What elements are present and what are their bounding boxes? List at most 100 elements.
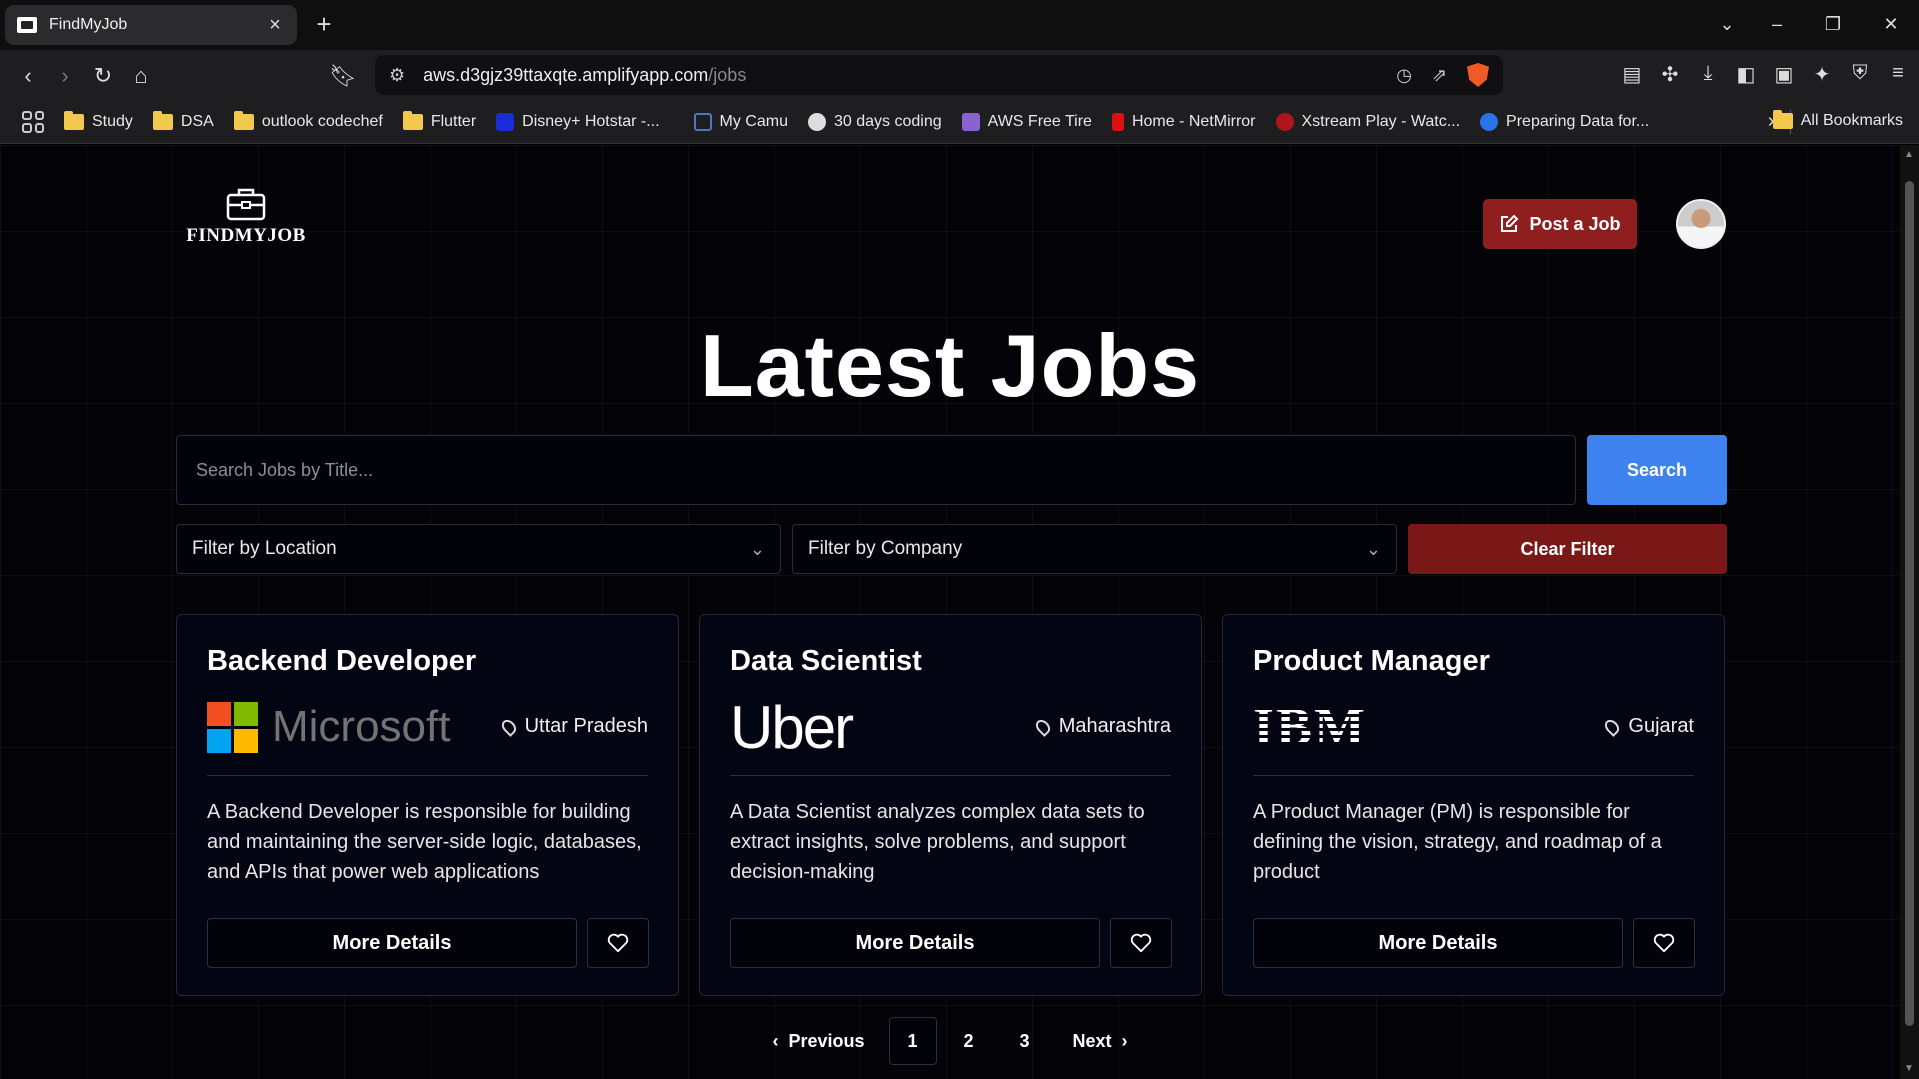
url-host: aws.d3gjz39ttaxqte.amplifyapp.com xyxy=(423,64,709,85)
job-title: Data Scientist xyxy=(730,645,922,677)
more-details-button[interactable]: More Details xyxy=(730,918,1100,968)
scroll-thumb[interactable] xyxy=(1905,181,1914,1026)
job-card: Data Scientist Uber Maharashtra A Data S… xyxy=(699,614,1202,996)
minimize-icon[interactable]: – xyxy=(1762,10,1792,38)
previous-page-button[interactable]: ‹ Previous xyxy=(756,1017,880,1065)
search-button[interactable]: Search xyxy=(1587,435,1727,505)
browser-tab[interactable]: FindMyJob × xyxy=(5,5,297,45)
bookmark-xstream[interactable]: Xstream Play - Watc... xyxy=(1275,112,1460,131)
chevron-down-icon: ⌄ xyxy=(749,538,765,559)
home-icon[interactable]: ⌂ xyxy=(126,61,156,91)
brave-shields-icon[interactable] xyxy=(1467,63,1489,87)
wallet-cards-icon[interactable]: ▤ xyxy=(1621,62,1643,87)
job-location: Uttar Pradesh xyxy=(498,715,648,738)
pagination: ‹ Previous 1 2 3 Next › xyxy=(0,1017,1900,1065)
favorite-button[interactable] xyxy=(1110,918,1172,968)
new-tab-icon[interactable]: + xyxy=(312,10,336,38)
company-filter-select[interactable]: Filter by Company ⌄ xyxy=(792,524,1397,574)
menu-icon[interactable]: ≡ xyxy=(1887,62,1909,87)
page-button-2[interactable]: 2 xyxy=(945,1017,993,1065)
folder-icon xyxy=(233,110,254,130)
location-text: Gujarat xyxy=(1628,715,1694,737)
ibm-logo: IBM xyxy=(1253,697,1367,757)
tab-list-chevron-icon[interactable]: ⌄ xyxy=(1712,10,1742,38)
job-location: Maharashtra xyxy=(1032,715,1171,738)
job-description: A Data Scientist analyzes complex data s… xyxy=(730,801,1145,883)
search-input[interactable] xyxy=(176,435,1576,505)
restore-icon[interactable]: ❐ xyxy=(1818,10,1848,38)
findmyjob-logo[interactable]: FINDMYJOB xyxy=(184,187,308,247)
share-icon[interactable]: ⇗ xyxy=(1432,65,1447,86)
bookmark-outlook-codechef[interactable]: outlook codechef xyxy=(233,110,383,131)
back-icon[interactable]: ‹ xyxy=(13,61,43,91)
uber-logo: Uber xyxy=(730,694,854,761)
more-details-button[interactable]: More Details xyxy=(207,918,577,968)
close-window-icon[interactable]: ✕ xyxy=(1876,10,1906,38)
bookmark-30-days-coding[interactable]: 30 days coding xyxy=(807,112,942,131)
reload-icon[interactable]: ↻ xyxy=(88,61,118,91)
bookmark-flutter[interactable]: Flutter xyxy=(402,110,476,131)
edit-icon xyxy=(1501,214,1519,232)
page-scrollbar[interactable]: ▲ ▼ xyxy=(1900,145,1919,1079)
chevron-down-icon: ⌄ xyxy=(1365,538,1381,559)
history-icon[interactable]: ◷ xyxy=(1396,65,1412,86)
location-filter-label: Filter by Location xyxy=(192,538,337,559)
site-settings-icon[interactable]: ⚙ xyxy=(389,65,405,86)
bookmark-aws[interactable]: AWS Free Tire xyxy=(961,112,1092,131)
chevron-left-icon: ‹ xyxy=(772,1030,779,1051)
chevron-right-icon: › xyxy=(1121,1030,1128,1051)
tab-title: FindMyJob xyxy=(49,16,128,33)
folder-icon xyxy=(402,110,423,130)
download-icon[interactable]: ⤓ xyxy=(1697,62,1719,87)
bookmarks-bar: Study DSA outlook codechef Flutter Disne… xyxy=(0,100,1919,144)
microsoft-logo: Microsoft xyxy=(207,701,450,753)
page-button-1[interactable]: 1 xyxy=(888,1017,937,1065)
browser-tabbar: FindMyJob × + ⌄ – ❐ ✕ xyxy=(0,0,1919,50)
more-details-button[interactable]: More Details xyxy=(1253,918,1623,968)
apps-grid-icon[interactable] xyxy=(22,110,44,133)
extensions-icon[interactable]: ✣ xyxy=(1659,62,1681,87)
post-a-job-button[interactable]: Post a Job xyxy=(1483,199,1637,249)
close-tab-icon[interactable]: × xyxy=(265,14,285,37)
aws-icon xyxy=(961,112,980,131)
xstream-icon xyxy=(1275,112,1294,131)
bookmark-study[interactable]: Study xyxy=(64,110,133,131)
camu-icon xyxy=(693,112,712,131)
address-bar[interactable]: ⚙ aws.d3gjz39ttaxqte.amplifyapp.com /job… xyxy=(375,55,1503,95)
browser-toolbar: ‹ › ↻ ⌂ 🔖︎ ⚙ aws.d3gjz39ttaxqte.amplifya… xyxy=(0,50,1919,100)
folder-icon xyxy=(152,110,173,130)
location-pin-icon xyxy=(1032,716,1053,737)
leo-ai-icon[interactable]: ✦ xyxy=(1811,62,1833,87)
avatar[interactable] xyxy=(1676,199,1726,249)
post-a-job-label: Post a Job xyxy=(1529,213,1621,234)
scroll-down-icon[interactable]: ▼ xyxy=(1904,1063,1914,1074)
url-path: /jobs xyxy=(708,64,747,85)
location-text: Uttar Pradesh xyxy=(524,715,648,737)
scroll-up-icon[interactable]: ▲ xyxy=(1904,149,1914,160)
forward-icon[interactable]: › xyxy=(50,61,80,91)
favorite-button[interactable] xyxy=(587,918,649,968)
divider xyxy=(730,775,1171,776)
favorite-button[interactable] xyxy=(1633,918,1695,968)
clear-filter-button[interactable]: Clear Filter xyxy=(1408,524,1727,574)
page-button-3[interactable]: 3 xyxy=(1001,1017,1049,1065)
job-title: Product Manager xyxy=(1253,645,1490,677)
bookmark-hotstar[interactable]: Disney+ Hotstar -... xyxy=(496,112,660,131)
location-filter-select[interactable]: Filter by Location ⌄ xyxy=(176,524,781,574)
next-page-button[interactable]: Next › xyxy=(1057,1017,1144,1065)
previous-label: Previous xyxy=(788,1030,865,1051)
bookmark-icon[interactable]: 🔖︎ xyxy=(328,61,358,91)
bookmark-my-camu[interactable]: My Camu xyxy=(693,112,788,131)
bookmark-preparing-data[interactable]: Preparing Data for... xyxy=(1480,112,1649,131)
wallet-icon[interactable]: ▣ xyxy=(1773,62,1795,87)
heart-icon xyxy=(1653,933,1675,953)
job-location: Gujarat xyxy=(1602,715,1694,738)
bookmark-dsa[interactable]: DSA xyxy=(152,110,214,131)
job-description: A Product Manager (PM) is responsible fo… xyxy=(1253,801,1662,883)
vpn-icon[interactable]: ⛨ xyxy=(1849,62,1871,87)
all-bookmarks[interactable]: All Bookmarks xyxy=(1772,110,1903,130)
location-pin-icon xyxy=(1602,716,1623,737)
sidebar-icon[interactable]: ◧ xyxy=(1735,62,1757,87)
logo-text: FINDMYJOB xyxy=(186,225,306,246)
bookmark-netmirror[interactable]: Home - NetMirror xyxy=(1111,112,1256,131)
